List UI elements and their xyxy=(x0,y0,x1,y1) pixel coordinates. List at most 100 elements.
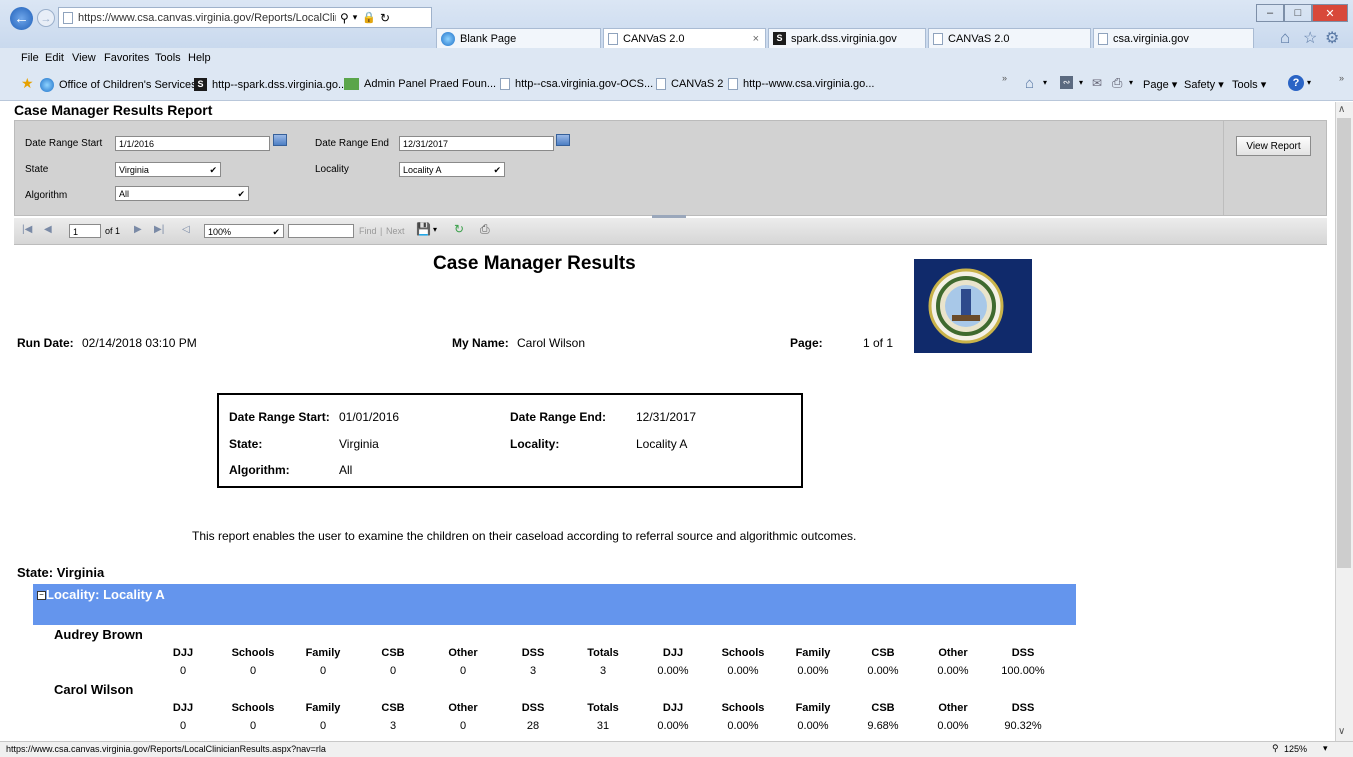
fav-www-csa[interactable]: http--www.csa.virginia.go... xyxy=(728,78,874,90)
first-page-icon[interactable]: |◀ xyxy=(22,224,32,235)
locality-label: Locality xyxy=(315,164,349,175)
col-header: DJJ xyxy=(172,702,194,714)
dropdown-arrow-icon[interactable]: ▾ xyxy=(1043,78,1047,87)
tab-csa[interactable]: csa.virginia.gov xyxy=(1093,28,1254,48)
menu-file[interactable]: File xyxy=(21,52,39,64)
calendar-icon[interactable] xyxy=(556,134,570,146)
tab-blank-page[interactable]: Blank Page xyxy=(436,28,601,48)
address-url[interactable]: https://www.csa.canvas.virginia.gov/Repo… xyxy=(78,12,336,24)
close-tab-icon[interactable]: × xyxy=(753,33,759,45)
fav-canvas2[interactable]: CANVaS 2 xyxy=(656,78,723,90)
date-end-input[interactable]: 12/31/2017 xyxy=(399,136,554,151)
scroll-down-icon[interactable]: ∨ xyxy=(1338,726,1345,737)
menu-help[interactable]: Help xyxy=(188,52,211,64)
favorites-star-icon[interactable]: ☆ xyxy=(1303,28,1317,48)
find-link[interactable]: Find xyxy=(359,226,377,236)
next-link[interactable]: Next xyxy=(386,226,405,236)
chevron-down-icon: ✔ xyxy=(272,227,280,237)
fav-ocs[interactable]: Office of Children's Services xyxy=(40,78,197,92)
fav-admin-panel[interactable]: Admin Panel Praed Foun... xyxy=(344,78,496,90)
back-to-parent-icon[interactable]: ◁ xyxy=(182,224,190,235)
settings-gear-icon[interactable]: ⚙ xyxy=(1325,28,1339,48)
view-report-button[interactable]: View Report xyxy=(1236,136,1311,156)
table-cell: 0 xyxy=(319,665,327,677)
search-icon[interactable]: ⚲ xyxy=(340,11,349,25)
table-cell: 0 xyxy=(459,665,467,677)
find-input[interactable] xyxy=(288,224,354,238)
print-icon[interactable]: ⎙ xyxy=(480,222,490,237)
zoom-level[interactable]: 125% xyxy=(1284,744,1307,754)
scroll-up-icon[interactable]: ∧ xyxy=(1338,104,1345,115)
col-header: Totals xyxy=(587,647,619,659)
my-name-value: Carol Wilson xyxy=(517,336,586,350)
fav-spark[interactable]: Shttp--spark.dss.virginia.go... xyxy=(194,78,347,91)
state-select-value: Virginia xyxy=(119,165,149,175)
status-url: https://www.csa.canvas.virginia.gov/Repo… xyxy=(6,744,326,754)
tab-canvas[interactable]: CANVaS 2.0 xyxy=(928,28,1091,48)
menu-tools[interactable]: Tools xyxy=(155,52,181,64)
table-cell: 0.00% xyxy=(727,720,759,732)
collapse-toggle-icon[interactable]: − xyxy=(37,591,46,600)
minimize-button[interactable]: – xyxy=(1256,4,1284,22)
page-icon xyxy=(500,78,510,90)
export-icon[interactable]: 💾 xyxy=(416,222,431,236)
zoom-icon[interactable]: ⚲ xyxy=(1272,743,1279,754)
dropdown-arrow-icon[interactable]: ▾ xyxy=(433,225,437,234)
page-menu[interactable]: Page ▾ xyxy=(1143,78,1177,91)
rss-feed-icon[interactable]: ∾ xyxy=(1060,76,1073,89)
favorites-star-icon[interactable]: ★ xyxy=(21,75,34,92)
dropdown-arrow-icon[interactable]: ▾ xyxy=(1307,78,1311,87)
chevron-more-icon[interactable]: » xyxy=(1002,73,1007,83)
home-icon[interactable]: ⌂ xyxy=(1025,75,1034,92)
fav-label: CANVaS 2 xyxy=(671,78,724,90)
home-icon[interactable]: ⌂ xyxy=(1280,28,1290,48)
dropdown-arrow-icon[interactable]: ▾ xyxy=(1129,78,1133,87)
refresh-icon[interactable]: ↻ xyxy=(380,11,390,25)
tab-spark[interactable]: Sspark.dss.virginia.gov xyxy=(768,28,926,48)
menu-view[interactable]: View xyxy=(72,52,96,64)
next-page-icon[interactable]: ▶ xyxy=(134,224,142,235)
chevron-more-icon[interactable]: » xyxy=(1339,73,1344,83)
close-window-button[interactable]: ✕ xyxy=(1312,4,1348,22)
state-group-header: State: Virginia xyxy=(17,565,105,580)
zoom-select[interactable]: 100% ✔ xyxy=(204,224,284,238)
last-page-icon[interactable]: ▶| xyxy=(154,224,164,235)
tools-menu[interactable]: Tools ▾ xyxy=(1232,78,1266,91)
forward-button[interactable]: → xyxy=(37,9,55,27)
page-count: of 1 xyxy=(105,226,121,236)
col-header: Family xyxy=(795,647,831,659)
tab-canvas-active[interactable]: CANVaS 2.0 × xyxy=(603,28,766,48)
dropdown-arrow-icon[interactable]: ▾ xyxy=(1079,78,1083,87)
read-mail-icon[interactable]: ✉ xyxy=(1092,76,1102,90)
table-cell: 0 xyxy=(319,720,327,732)
scrollbar-thumb[interactable] xyxy=(1337,118,1351,568)
chevron-down-icon: ✔ xyxy=(237,189,245,199)
table-cell: 3 xyxy=(389,720,397,732)
col-header: DJJ xyxy=(662,647,684,659)
safety-menu[interactable]: Safety ▾ xyxy=(1184,78,1224,91)
locality-select[interactable]: Locality A ✔ xyxy=(399,162,505,177)
dropdown-arrow-icon[interactable]: ▾ xyxy=(1323,743,1328,754)
maximize-button[interactable]: □ xyxy=(1284,4,1312,22)
fav-csa-ocs[interactable]: http--csa.virginia.gov-OCS... xyxy=(500,78,653,90)
algorithm-select[interactable]: All ✔ xyxy=(115,186,249,201)
help-icon[interactable]: ? xyxy=(1288,75,1304,91)
tab-label: CANVaS 2.0 xyxy=(948,32,1010,45)
state-select[interactable]: Virginia ✔ xyxy=(115,162,221,177)
menu-edit[interactable]: Edit xyxy=(45,52,64,64)
dropdown-arrow-icon[interactable]: ▾ xyxy=(353,12,358,23)
menu-favorites[interactable]: Favorites xyxy=(104,52,149,64)
virginia-state-seal xyxy=(914,259,1032,353)
page-number-input[interactable]: 1 xyxy=(69,224,101,238)
address-bar[interactable]: https://www.csa.canvas.virginia.gov/Repo… xyxy=(58,7,432,28)
box-end-value: 12/31/2017 xyxy=(636,410,697,424)
fav-label: Office of Children's Services xyxy=(59,79,197,91)
back-button[interactable]: ← xyxy=(10,7,33,30)
spark-icon: S xyxy=(194,78,207,91)
parameter-area: Date Range Start 1/1/2016 Date Range End… xyxy=(14,120,1327,216)
calendar-icon[interactable] xyxy=(273,134,287,146)
print-icon[interactable]: ⎙ xyxy=(1112,75,1122,91)
refresh-icon[interactable]: ↻ xyxy=(454,222,464,236)
previous-page-icon[interactable]: ◀ xyxy=(44,224,52,235)
date-start-input[interactable]: 1/1/2016 xyxy=(115,136,270,151)
